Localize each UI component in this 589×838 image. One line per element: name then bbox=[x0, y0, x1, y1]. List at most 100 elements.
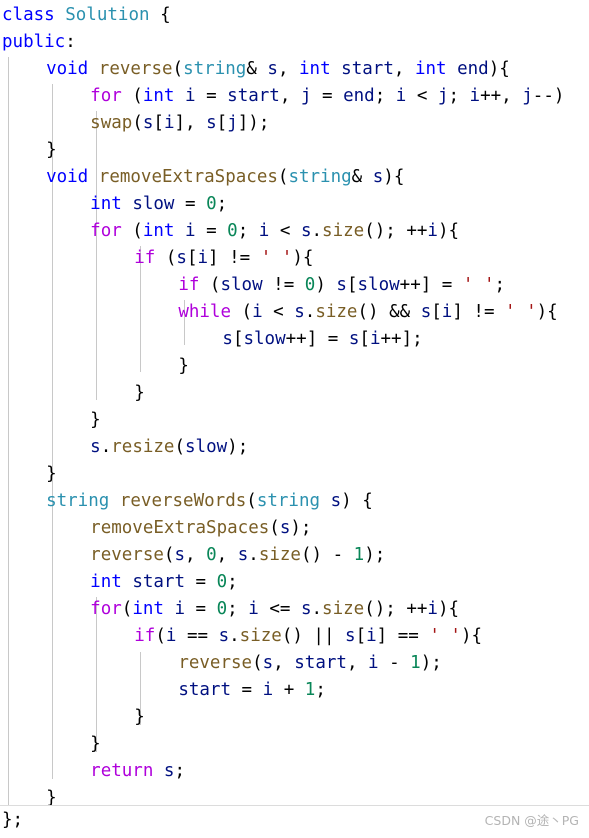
code-line[interactable]: while (i < s.size() && s[i] != ' '){ bbox=[0, 299, 589, 326]
code-line[interactable]: for (int i = start, j = end; i < j; i++,… bbox=[0, 83, 589, 110]
code-line[interactable]: for (int i = 0; i < s.size(); ++i){ bbox=[0, 218, 589, 245]
code-token: = bbox=[185, 599, 217, 619]
code-line[interactable]: } bbox=[0, 704, 589, 731]
code-line[interactable]: if (slow != 0) s[slow++] = ' '; bbox=[0, 272, 589, 299]
code-line[interactable]: string reverseWords(string s) { bbox=[0, 488, 589, 515]
code-line[interactable]: removeExtraSpaces(s); bbox=[0, 515, 589, 542]
code-line[interactable]: if(i == s.size() || s[i] == ' '){ bbox=[0, 623, 589, 650]
code-token: ); bbox=[420, 653, 442, 673]
code-line[interactable]: swap(s[i], s[j]); bbox=[0, 110, 589, 137]
code-token: ( bbox=[172, 59, 184, 79]
code-line[interactable]: } bbox=[0, 137, 589, 164]
code-token: j bbox=[227, 113, 238, 133]
code-token: ( bbox=[231, 302, 253, 322]
code-token: for bbox=[90, 221, 122, 241]
code-token: = bbox=[311, 86, 344, 106]
code-line[interactable]: int slow = 0; bbox=[0, 191, 589, 218]
code-token: } bbox=[90, 410, 101, 430]
code-token: () - bbox=[300, 545, 354, 565]
code-token: i bbox=[248, 599, 259, 619]
code-token: i bbox=[395, 86, 407, 106]
code-token: ; bbox=[174, 761, 186, 781]
code-line[interactable]: s[slow++] = s[i++]; bbox=[0, 326, 589, 353]
code-token: ++] = bbox=[285, 329, 349, 349]
code-line[interactable]: start = i + 1; bbox=[0, 677, 589, 704]
code-token: . bbox=[248, 545, 259, 565]
code-token: ( bbox=[132, 113, 143, 133]
code-token: i bbox=[469, 86, 481, 106]
code-token: ; bbox=[237, 221, 259, 241]
code-line[interactable]: public: bbox=[0, 29, 589, 56]
code-line[interactable]: s.resize(slow); bbox=[0, 434, 589, 461]
code-token: start bbox=[294, 653, 347, 673]
code-token: . bbox=[311, 221, 323, 241]
code-token: s bbox=[372, 167, 384, 187]
code-token: end bbox=[457, 59, 489, 79]
code-line[interactable]: if (s[i] != ' '){ bbox=[0, 245, 589, 272]
code-token: s bbox=[237, 545, 249, 565]
code-token: i bbox=[163, 113, 175, 133]
code-token: . bbox=[100, 437, 112, 457]
code-token: start bbox=[178, 680, 231, 700]
code-line[interactable]: int start = 0; bbox=[0, 569, 589, 596]
code-token: 0 bbox=[206, 194, 217, 214]
code-token: int bbox=[142, 221, 175, 241]
code-token: s bbox=[142, 113, 154, 133]
code-token: , bbox=[346, 653, 369, 673]
code-token: start bbox=[132, 572, 185, 592]
code-token: ++] = bbox=[399, 275, 463, 295]
code-token: () && bbox=[357, 302, 421, 322]
code-line[interactable]: reverse(s, 0, s.size() - 1); bbox=[0, 542, 589, 569]
code-token: ( bbox=[121, 599, 133, 619]
code-token: for bbox=[90, 86, 122, 106]
code-token: reverseWords bbox=[119, 491, 247, 511]
code-token: s bbox=[218, 626, 230, 646]
code-line[interactable]: } bbox=[0, 380, 589, 407]
code-token: = bbox=[231, 680, 263, 700]
code-token: ; bbox=[227, 572, 238, 592]
code-token: i bbox=[197, 248, 209, 268]
code-token: ( bbox=[121, 221, 143, 241]
code-line[interactable]: for(int i = 0; i <= s.size(); ++i){ bbox=[0, 596, 589, 623]
code-token: ){ bbox=[536, 302, 558, 322]
code-token: i bbox=[427, 221, 438, 241]
code-token: reverse bbox=[98, 59, 173, 79]
code-surface[interactable]: class Solution {public: void reverse(stri… bbox=[0, 0, 589, 838]
code-token: i bbox=[185, 86, 196, 106]
code-token: i bbox=[174, 599, 186, 619]
code-token: ( bbox=[199, 275, 221, 295]
code-token: s bbox=[206, 113, 217, 133]
code-token: ' ' bbox=[462, 275, 495, 295]
code-token: int bbox=[299, 59, 331, 79]
code-token: ); bbox=[290, 518, 312, 538]
code-token: [ bbox=[216, 113, 228, 133]
code-token: ' ' bbox=[429, 626, 461, 646]
code-editor[interactable]: class Solution {public: void reverse(stri… bbox=[0, 0, 589, 838]
code-token: i bbox=[185, 221, 196, 241]
code-line[interactable]: return s; bbox=[0, 758, 589, 785]
code-token: ( bbox=[163, 545, 175, 565]
code-token: removeExtraSpaces bbox=[90, 518, 270, 538]
code-token: slow bbox=[132, 194, 175, 214]
code-line[interactable]: reverse(s, start, i - 1); bbox=[0, 650, 589, 677]
code-token: + bbox=[273, 680, 305, 700]
code-token: reverse bbox=[90, 545, 164, 565]
code-line[interactable]: class Solution { bbox=[0, 2, 589, 29]
code-token: < bbox=[406, 86, 438, 106]
code-line[interactable]: void reverse(string& s, int start, int e… bbox=[0, 56, 589, 83]
code-token: != bbox=[262, 275, 305, 295]
code-token: [ bbox=[346, 275, 358, 295]
code-token: i bbox=[427, 599, 438, 619]
code-token: string bbox=[46, 491, 110, 511]
code-token: 0 bbox=[227, 221, 238, 241]
code-line[interactable]: } bbox=[0, 731, 589, 758]
code-token: . bbox=[304, 302, 316, 322]
code-line[interactable]: } bbox=[0, 461, 589, 488]
code-token: s bbox=[279, 518, 291, 538]
code-line[interactable]: void removeExtraSpaces(string& s){ bbox=[0, 164, 589, 191]
code-line[interactable]: } bbox=[0, 407, 589, 434]
code-line[interactable]: } bbox=[0, 353, 589, 380]
code-token: int bbox=[90, 572, 122, 592]
